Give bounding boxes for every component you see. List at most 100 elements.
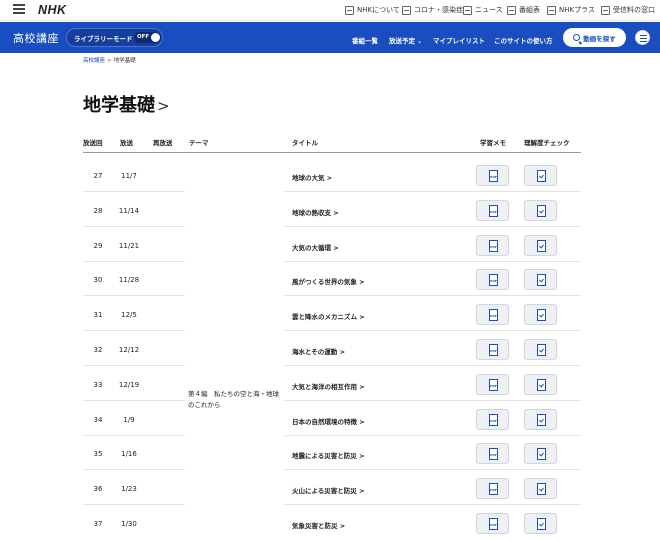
library-mode-toggle[interactable]: ライブラリーモード OFF [66,28,163,47]
study-memo-pdf-button[interactable]: PDF [476,199,509,221]
key-icon [601,5,610,15]
util-link-corona[interactable]: コロナ・感染症 [402,5,463,15]
comprehension-check-button[interactable] [524,234,557,256]
episode-title-link[interactable]: 火山による災害と防災 > [292,485,365,495]
util-link-about[interactable]: NHKについて [345,5,400,15]
study-memo-pdf-button[interactable]: PDF [476,165,509,186]
table-row: 35 1/16 地震による災害と防災 > PDF [83,435,581,471]
episode-title-link[interactable]: 風がつくる世界の気象 > [292,276,365,286]
breadcrumb-home[interactable]: 高校講座 [83,58,105,64]
episode-number: 34 [93,415,103,424]
checklist-icon [537,378,546,391]
comprehension-check-button[interactable] [524,269,557,291]
pdf-icon: PDF [489,274,498,287]
study-memo-pdf-button[interactable]: PDF [476,443,509,465]
table-row: 29 11/21 大気の大循環 > PDF [83,227,581,262]
broadcast-date: 1/23 [121,485,137,494]
info-icon [402,5,411,15]
episode-title-link[interactable]: 雲と降水のメカニズム > [292,311,365,321]
study-memo-pdf-button[interactable]: PDF [476,408,509,430]
table-row: 31 12/5 雲と降水のメカニズム > PDF [83,296,581,332]
comprehension-check-button[interactable] [524,373,557,395]
pdf-icon: PDF [489,239,498,252]
nav-schedule[interactable]: 放送予定 [389,35,422,45]
pdf-icon: PDF [489,170,498,182]
table-row: 34 1/9 日本の自然環境の特徴 > PDF [83,401,581,436]
table-row: 37 1/30 気象災害と防災 > PDF [83,505,581,540]
broadcast-date: 11/21 [118,241,140,250]
menu-icon[interactable] [635,30,650,45]
util-link-news[interactable]: ニュース [463,5,503,15]
episode-number: 28 [93,206,103,215]
main-header: 高校講座 ライブラリーモード OFF 番組一覧 放送予定 マイプレイリスト この… [0,22,660,53]
comprehension-check-button[interactable] [524,304,557,326]
pdf-icon: PDF [489,204,498,217]
pdf-icon: PDF [489,309,498,322]
table-row: 33 12/19 大気と海洋の相互作用 > PDF [83,366,581,401]
util-link-schedule[interactable]: 番組表 [507,5,540,15]
nav-program-list[interactable]: 番組一覧 [352,35,378,45]
broadcast-date: 1/9 [123,415,135,424]
broadcast-date: 11/14 [118,206,140,215]
comprehension-check-button[interactable] [524,199,557,221]
checklist-icon [537,204,546,217]
pdf-icon: PDF [489,413,498,426]
comprehension-check-button[interactable] [524,408,557,430]
episode-number: 35 [93,450,103,459]
study-memo-pdf-button[interactable]: PDF [476,513,509,534]
col-study-memo: 学習メモ [480,139,506,147]
comprehension-check-button[interactable] [524,443,557,465]
episode-title-link[interactable]: 日本の自然環境の特徴 > [292,416,365,426]
nav-my-playlist[interactable]: マイプレイリスト [433,35,485,45]
episode-number: 32 [93,346,103,354]
page-title[interactable]: 地学基礎 > [83,91,170,117]
search-video-button[interactable]: 動画を探す [563,28,626,47]
nav-how-to-use[interactable]: このサイトの使い方 [494,35,553,45]
chevron-right-icon: > [157,97,170,115]
checklist-icon [537,309,546,322]
col-episode: 放送回 [83,139,103,147]
episode-number: 27 [93,172,103,180]
toggle-switch[interactable]: OFF [134,32,161,43]
building-icon [345,5,354,15]
broadcast-date: 11/28 [118,276,140,285]
study-memo-pdf-button[interactable]: PDF [476,373,509,395]
broadcast-date: 1/16 [121,450,137,459]
table-row: 27 11/7 地球の大気 > PDF [83,157,581,192]
checklist-icon [537,448,546,461]
nhk-logo[interactable]: NHK [38,3,67,17]
comprehension-check-button[interactable] [524,339,557,360]
episode-title-link[interactable]: 大気の大循環 > [292,242,339,252]
broadcast-date: 12/5 [121,311,137,320]
study-memo-pdf-button[interactable]: PDF [476,234,509,256]
study-memo-pdf-button[interactable]: PDF [476,269,509,291]
search-icon [573,34,581,41]
study-memo-pdf-button[interactable]: PDF [476,478,509,500]
newspaper-icon [463,5,472,15]
episode-title-link[interactable]: 気象災害と防災 > [292,520,345,530]
utility-bar: NHK NHKについて コロナ・感染症 ニュース 番組表 NHKプラス 受信料の… [0,0,660,21]
episode-number: 30 [93,276,103,285]
comprehension-check-button[interactable] [524,165,557,186]
table-row: 30 11/28 風がつくる世界の気象 > PDF [83,261,581,297]
util-link-fee[interactable]: 受信料の窓口 [601,5,655,15]
checklist-icon [537,413,546,426]
broadcast-date: 12/19 [118,380,140,389]
util-link-nhkplus[interactable]: NHKプラス [547,5,595,15]
brand-logo[interactable]: 高校講座 [13,30,59,46]
episode-title-link[interactable]: 地震による災害と防災 > [292,450,365,460]
study-memo-pdf-button[interactable]: PDF [476,339,509,360]
episode-title-link[interactable]: 地球の大気 > [292,172,332,182]
episode-title-link[interactable]: 地球の熱収支 > [292,207,339,217]
hamburger-menu-icon[interactable] [13,4,25,14]
calendar-icon [507,5,516,15]
comprehension-check-button[interactable] [524,513,557,534]
table-row: 28 11/14 地球の熱収支 > PDF [83,192,581,227]
comprehension-check-button[interactable] [524,478,557,500]
study-memo-pdf-button[interactable]: PDF [476,304,509,326]
broadcast-date: 11/7 [121,172,137,180]
episode-title-link[interactable]: 海水とその運動 > [292,346,345,356]
checklist-icon [537,518,546,530]
tv-icon [547,5,556,15]
episode-title-link[interactable]: 大気と海洋の相互作用 > [292,381,365,391]
